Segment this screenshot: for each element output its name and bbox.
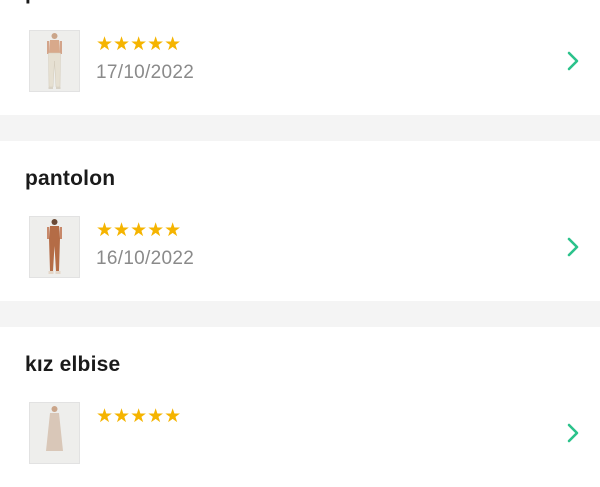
product-thumbnail	[29, 30, 80, 92]
chevron-right-icon[interactable]	[564, 422, 582, 444]
product-thumbnail	[29, 216, 80, 278]
product-title: pantolon	[25, 0, 115, 5]
review-card[interactable]: pantolon ★★★★★ 16/10/2022	[0, 141, 600, 301]
star-rating: ★★★★★	[96, 220, 182, 241]
review-date: 16/10/2022	[96, 248, 195, 269]
product-title: pantolon	[25, 167, 116, 190]
review-list: pantolon ★★★★★ 17/10/2022	[0, 0, 600, 487]
dress-photo	[30, 403, 79, 463]
product-thumbnail	[29, 402, 80, 464]
star-rating: ★★★★★	[96, 34, 182, 55]
product-title: kız elbise	[25, 353, 121, 376]
beige-trousers-photo	[30, 31, 79, 91]
review-date: 17/10/2022	[96, 62, 195, 83]
chevron-right-icon[interactable]	[564, 50, 582, 72]
card-separator	[0, 115, 600, 141]
star-rating: ★★★★★	[96, 406, 182, 427]
review-card[interactable]: pantolon ★★★★★ 17/10/2022	[0, 0, 600, 115]
chevron-right-icon[interactable]	[564, 236, 582, 258]
brown-leggings-photo	[30, 217, 79, 277]
review-card[interactable]: kız elbise ★★★★★	[0, 327, 600, 487]
card-separator	[0, 301, 600, 327]
